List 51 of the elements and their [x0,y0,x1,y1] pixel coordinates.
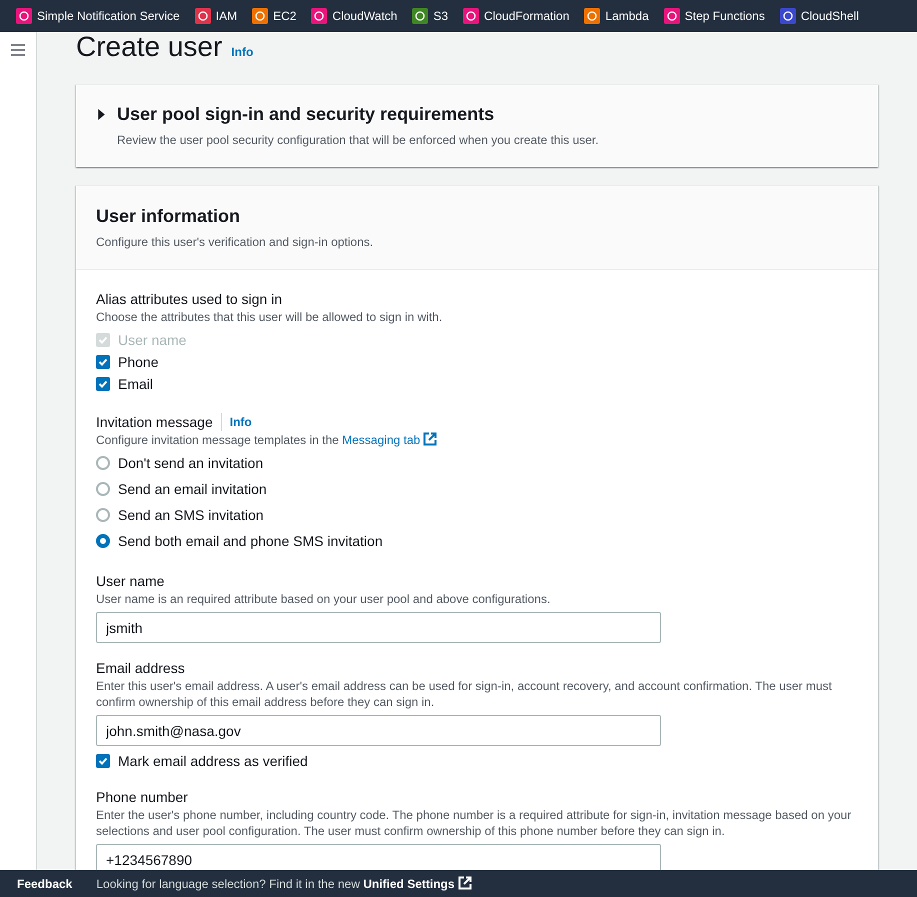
menu-icon[interactable] [11,44,25,56]
info-link[interactable]: Info [230,415,252,429]
service-shortcut[interactable]: Step Functions [664,8,765,24]
checkbox-label[interactable]: Email [118,376,154,392]
service-shortcut[interactable]: Lambda [584,8,649,24]
service-shortcut[interactable]: CloudFormation [463,8,570,24]
radio-label[interactable]: Send an email invitation [118,481,267,497]
page-title: Create user [76,32,222,62]
radio-label[interactable]: Send both email and phone SMS invitation [118,533,383,549]
external-link-icon [423,432,438,446]
input-field[interactable]: john.smith@nasa.gov [96,715,661,746]
caret-right-icon[interactable] [96,109,107,120]
radio-label[interactable]: Don't send an invitation [118,455,264,471]
checkbox[interactable] [96,377,110,391]
service-shortcut[interactable]: CloudWatch [311,8,398,24]
info-link[interactable]: Info [231,45,254,59]
service-shortcut[interactable]: EC2 [252,8,296,24]
input-field[interactable]: +1234567890 [96,844,661,870]
service-shortcut[interactable]: CloudShell [780,8,859,24]
field-label: Invitation message [96,413,213,431]
settings-link[interactable]: Unified Settings [363,877,472,891]
field-description: User name is an required attribute based on your user pool and above configurations. [96,591,552,607]
radio-button[interactable] [96,534,110,548]
panel-title[interactable]: User pool sign-in and security requirements [117,104,494,125]
radio-button[interactable] [96,508,110,522]
feedback-link[interactable]: Feedback [17,876,72,890]
checkbox-label[interactable]: Phone [118,354,158,370]
field-label: Phone number [96,788,189,806]
radio-button[interactable] [96,482,110,496]
field-description: Choose the attributes that this user will be allowed to sign in with. [96,309,444,325]
field-label: Alias attributes used to sign in [96,290,283,308]
external-link-icon [458,876,472,890]
field-description: Configure invitation message templates in the Messaging tab [96,432,858,448]
section-description: Configure this user's verification and sign-in options. [96,235,374,249]
checkbox-label[interactable]: Mark email address as verified [118,753,308,769]
footer-message: Looking for language selection? Find it in the new Unified Settings [96,876,472,891]
service-shortcut[interactable]: Simple Notification Service [16,8,180,24]
input-field[interactable]: jsmith [96,612,661,643]
field-label: Email address [96,659,186,677]
messaging-tab-link[interactable]: Messaging tab [342,433,438,447]
service-shortcut[interactable]: S3 [412,8,448,24]
field-label: User name [96,572,166,590]
section-title: User information [96,206,242,227]
panel-description: Review the user pool security configuration that will be enforced when you create this user. [117,133,600,147]
field-description: Enter this user's email address. A user's email address can be used for sign-in, account recovery, and account confirmation. The user must confirm ownership of this email address before they can sign in. [96,678,833,710]
checkbox[interactable] [96,355,110,369]
checkbox[interactable] [96,754,110,768]
service-shortcut[interactable]: IAM [194,8,238,24]
radio-label[interactable]: Send an SMS invitation [118,507,264,523]
field-description: Enter the user's phone number, including country code. The phone number is a required attribute for sign-in, invitation message based on your selections and user pool configuration. The user must confirm ownership of this phone number before they can sign in. [96,807,852,839]
radio-button[interactable] [96,456,110,470]
